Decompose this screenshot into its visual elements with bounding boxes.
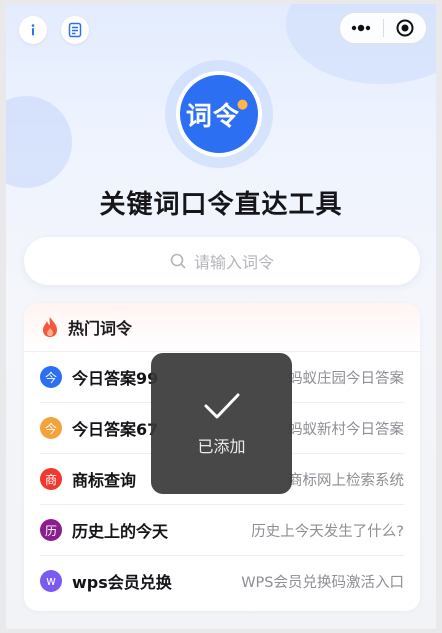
app-logo: 词令 ● [176,71,262,157]
close-button[interactable] [384,13,427,43]
item-description: 蚂蚁新村今日答案 [288,421,404,438]
app-screen: 词令 ● 关键词口令直达工具 请输入词令 热门词令 今 今日答案99 蚂蚁庄园今日… [6,4,436,629]
hot-keywords-header: 热门词令 [24,303,420,352]
item-name: 今日答案67 [72,420,159,439]
search-icon [170,253,186,269]
notes-icon [68,22,82,38]
info-button[interactable] [19,16,47,44]
list-item[interactable]: 历 历史上的今天 历史上今天发生了什么? [40,505,404,556]
item-name: 商标查询 [72,471,137,490]
logo-halo: 词令 ● [165,60,273,168]
item-description: 历史上今天发生了什么? [251,523,404,540]
background-decoration [6,96,72,188]
info-icon [31,24,35,36]
fire-icon [43,317,57,337]
item-description: WPS会员兑换码激活入口 [241,574,404,591]
more-button[interactable] [340,13,383,43]
item-badge: 商 [40,468,62,490]
item-name: 今日答案99 [72,369,159,388]
item-badge: w [40,570,62,592]
item-badge: 历 [40,519,62,541]
search-placeholder: 请输入词令 [193,253,274,272]
hot-keywords-title: 热门词令 [68,319,133,338]
target-icon [396,19,414,37]
check-icon [204,393,239,418]
search-input[interactable]: 请输入词令 [24,237,420,285]
toast-popup: 已添加 [151,353,292,494]
item-badge: 今 [40,366,62,388]
logo-dot: ● [236,96,250,112]
notes-button[interactable] [61,16,89,44]
logo-text: 词令 [185,101,240,132]
item-badge: 今 [40,417,62,439]
toast-message: 已添加 [197,436,246,456]
list-item[interactable]: w wps会员兑换 WPS会员兑换码激活入口 [40,556,404,606]
item-description: 蚂蚁庄园今日答案 [288,370,404,387]
more-icon [352,24,371,32]
mini-program-capsule [339,12,427,44]
item-name: wps会员兑换 [72,573,172,592]
item-description: 商标网上检索系统 [288,472,404,489]
item-name: 历史上的今天 [72,522,169,541]
page-title: 关键词口令直达工具 [99,190,343,220]
